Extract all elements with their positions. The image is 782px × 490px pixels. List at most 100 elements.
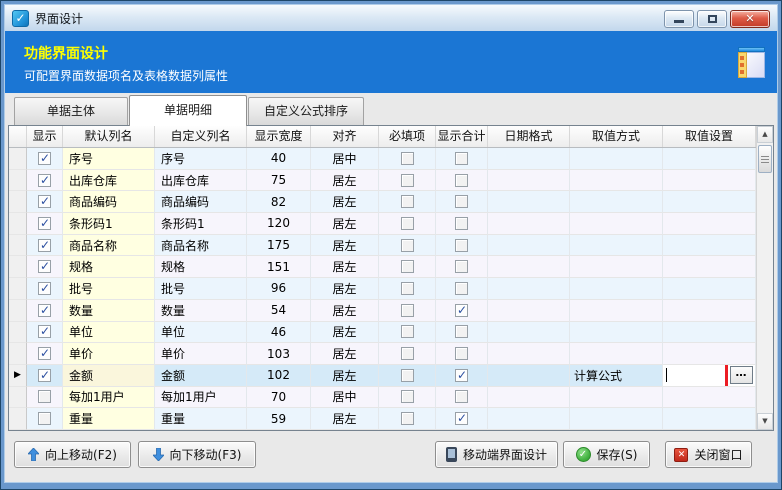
table-row[interactable]: 规格规格151居左 [9, 256, 756, 278]
visible-cell[interactable] [27, 278, 63, 300]
show-total-cell[interactable] [436, 387, 488, 409]
row-selector-cell[interactable] [9, 191, 27, 213]
custom-name-cell[interactable]: 规格 [155, 256, 247, 278]
value-setting-cell[interactable] [663, 148, 756, 170]
required-cell[interactable] [379, 343, 436, 365]
show-total-checkbox[interactable] [455, 304, 468, 317]
default-name-cell[interactable]: 金额 [63, 365, 155, 387]
align-cell[interactable]: 居左 [311, 235, 379, 257]
date-format-cell[interactable] [488, 170, 570, 192]
show-total-cell[interactable] [436, 191, 488, 213]
row-selector-cell[interactable] [9, 256, 27, 278]
align-cell[interactable]: 居中 [311, 387, 379, 409]
show-total-checkbox[interactable] [455, 369, 468, 382]
date-format-cell[interactable] [488, 278, 570, 300]
custom-name-cell[interactable]: 重量 [155, 408, 247, 430]
date-format-cell[interactable] [488, 408, 570, 430]
visible-checkbox[interactable] [38, 239, 51, 252]
value-setting-cell[interactable] [663, 343, 756, 365]
required-cell[interactable] [379, 300, 436, 322]
required-checkbox[interactable] [401, 195, 414, 208]
default-name-cell[interactable]: 规格 [63, 256, 155, 278]
custom-name-cell[interactable]: 出库仓库 [155, 170, 247, 192]
move-down-button[interactable]: 向下移动(F3) [138, 441, 256, 468]
required-cell[interactable] [379, 148, 436, 170]
default-name-cell[interactable]: 重量 [63, 408, 155, 430]
value-setting-cell[interactable]: … [663, 365, 756, 387]
custom-name-cell[interactable]: 单位 [155, 322, 247, 344]
visible-cell[interactable] [27, 148, 63, 170]
display-width-cell[interactable]: 59 [247, 408, 311, 430]
value-method-cell[interactable] [570, 213, 663, 235]
show-total-cell[interactable] [436, 148, 488, 170]
required-checkbox[interactable] [401, 390, 414, 403]
row-selector-cell[interactable] [9, 343, 27, 365]
table-row[interactable]: 商品名称商品名称175居左 [9, 235, 756, 257]
value-method-cell[interactable] [570, 235, 663, 257]
column-header[interactable]: 取值方式 [570, 126, 663, 147]
visible-checkbox[interactable] [38, 347, 51, 360]
custom-name-cell[interactable]: 金额 [155, 365, 247, 387]
align-cell[interactable]: 居中 [311, 148, 379, 170]
show-total-checkbox[interactable] [455, 282, 468, 295]
move-up-button[interactable]: 向上移动(F2) [14, 441, 131, 468]
table-row[interactable]: 商品编码商品编码82居左 [9, 191, 756, 213]
table-row[interactable]: 单位单位46居左 [9, 322, 756, 344]
scrollbar-up-button[interactable]: ▲ [757, 126, 773, 143]
row-selector-cell[interactable] [9, 322, 27, 344]
visible-checkbox[interactable] [38, 152, 51, 165]
visible-checkbox[interactable] [38, 369, 51, 382]
date-format-cell[interactable] [488, 343, 570, 365]
column-header[interactable]: 显示合计 [436, 126, 488, 147]
visible-cell[interactable] [27, 235, 63, 257]
default-name-cell[interactable]: 单位 [63, 322, 155, 344]
tab-document-detail[interactable]: 单据明细 [129, 95, 247, 126]
maximize-button[interactable] [697, 10, 727, 28]
required-cell[interactable] [379, 278, 436, 300]
value-setting-cell[interactable] [663, 191, 756, 213]
scrollbar-down-button[interactable]: ▼ [757, 413, 773, 430]
selected-row-marker[interactable]: ▶ [9, 365, 27, 387]
show-total-cell[interactable] [436, 256, 488, 278]
visible-cell[interactable] [27, 191, 63, 213]
display-width-cell[interactable]: 103 [247, 343, 311, 365]
required-cell[interactable] [379, 213, 436, 235]
visible-checkbox[interactable] [38, 195, 51, 208]
required-checkbox[interactable] [401, 304, 414, 317]
default-name-cell[interactable]: 数量 [63, 300, 155, 322]
value-setting-cell[interactable] [663, 170, 756, 192]
column-header[interactable]: 显示宽度 [247, 126, 311, 147]
value-setting-cell[interactable] [663, 300, 756, 322]
required-cell[interactable] [379, 256, 436, 278]
date-format-cell[interactable] [488, 191, 570, 213]
visible-cell[interactable] [27, 256, 63, 278]
value-method-cell[interactable]: 计算公式 [570, 365, 663, 387]
required-cell[interactable] [379, 408, 436, 430]
display-width-cell[interactable]: 151 [247, 256, 311, 278]
display-width-cell[interactable]: 82 [247, 191, 311, 213]
required-checkbox[interactable] [401, 217, 414, 230]
date-format-cell[interactable] [488, 148, 570, 170]
align-cell[interactable]: 居左 [311, 322, 379, 344]
show-total-checkbox[interactable] [455, 347, 468, 360]
default-name-cell[interactable]: 序号 [63, 148, 155, 170]
show-total-checkbox[interactable] [455, 217, 468, 230]
required-checkbox[interactable] [401, 325, 414, 338]
table-row[interactable]: 重量重量59居左 [9, 408, 756, 430]
table-row[interactable]: 出库仓库出库仓库75居左 [9, 170, 756, 192]
row-selector-cell[interactable] [9, 213, 27, 235]
custom-name-cell[interactable]: 商品编码 [155, 191, 247, 213]
row-selector-cell[interactable] [9, 300, 27, 322]
required-cell[interactable] [379, 235, 436, 257]
save-button[interactable]: ✓ 保存(S) [563, 441, 650, 468]
default-name-cell[interactable]: 每加1用户 [63, 387, 155, 409]
required-checkbox[interactable] [401, 347, 414, 360]
show-total-checkbox[interactable] [455, 260, 468, 273]
show-total-checkbox[interactable] [455, 174, 468, 187]
visible-checkbox[interactable] [38, 260, 51, 273]
value-method-cell[interactable] [570, 191, 663, 213]
visible-cell[interactable] [27, 300, 63, 322]
value-setting-cell[interactable] [663, 387, 756, 409]
value-method-cell[interactable] [570, 300, 663, 322]
align-cell[interactable]: 居左 [311, 191, 379, 213]
